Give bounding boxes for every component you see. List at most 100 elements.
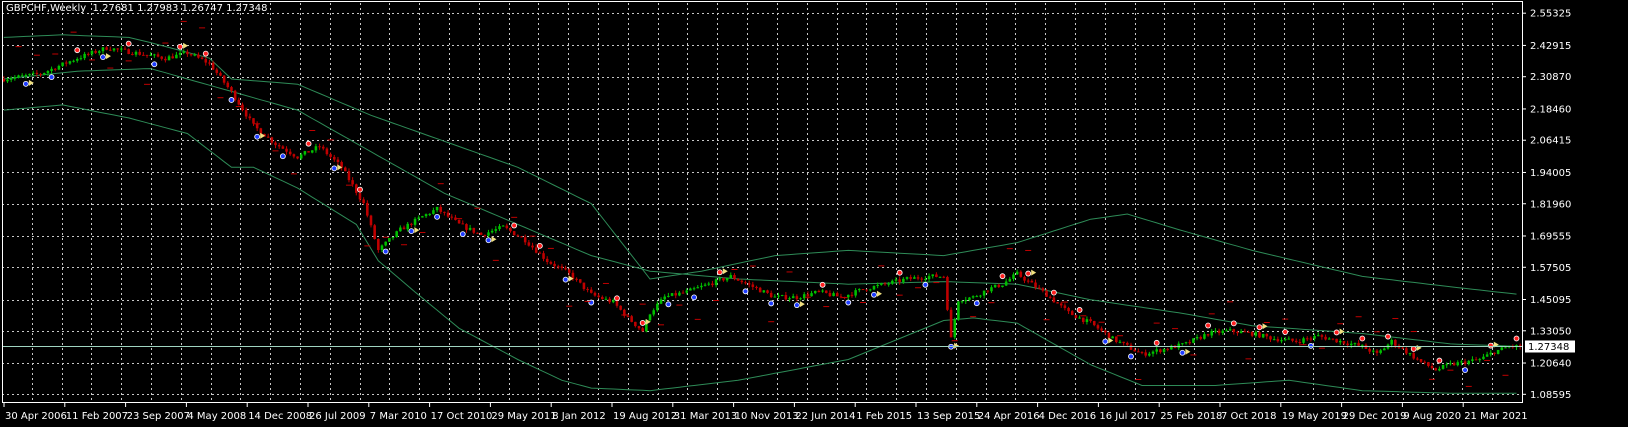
candle-body (854, 290, 857, 296)
buy-marker (588, 299, 595, 306)
candle-body (560, 266, 564, 268)
sell-marker (177, 43, 183, 50)
candle-body (1320, 335, 1324, 337)
x-tick-label: 16 Jul 2017 (1099, 411, 1156, 422)
candle-body (1331, 338, 1335, 340)
candle-body (1467, 360, 1471, 365)
candle-body (667, 295, 670, 297)
candle-body (219, 72, 222, 76)
candle-body (160, 56, 163, 59)
candle-body (861, 289, 865, 291)
candle-body (744, 282, 747, 284)
x-tick-label: 1 Feb 2015 (856, 411, 912, 422)
candle-body (876, 284, 879, 287)
candle-body (637, 326, 641, 329)
candle-body (601, 296, 604, 299)
candle-body (920, 278, 923, 280)
ohlc-values: 1.27681 1.27983 1.26747 1.27348 (92, 3, 268, 14)
candle-body (1144, 352, 1147, 356)
candle-body (1012, 274, 1015, 279)
candle-body (131, 53, 134, 55)
candle-body (659, 299, 663, 304)
candle-body (589, 289, 593, 293)
candle-body (586, 289, 589, 291)
candle-body (784, 295, 788, 300)
candle-body (953, 319, 957, 338)
candle-body (233, 90, 237, 100)
candle-body (61, 62, 64, 66)
candle-body (531, 245, 534, 248)
candle-body (171, 56, 175, 59)
candle-body (891, 280, 894, 284)
candle-body (1452, 363, 1456, 366)
y-tick-label: 2.06415 (1530, 136, 1571, 147)
candle-body (931, 274, 935, 277)
candle-body (20, 75, 24, 77)
candle-body (377, 239, 380, 250)
candle-body (90, 50, 94, 55)
candle-body (380, 245, 384, 250)
candle-body (1496, 349, 1500, 354)
candle-body (230, 87, 233, 91)
candle-body (57, 65, 61, 70)
candle-body (336, 159, 340, 163)
candle-body (975, 296, 979, 298)
candle-body (101, 47, 105, 52)
x-tick-label: 30 Apr 2006 (5, 411, 67, 422)
candle-body (971, 296, 975, 298)
candle-body (105, 47, 108, 50)
candle-body (1504, 347, 1507, 349)
price-chart[interactable]: 2.55325 2.42915 2.30870 2.18460 2.06415 1.940… (0, 0, 1628, 427)
candle-body (244, 110, 248, 117)
candle-body (307, 151, 310, 153)
chart-window: 2.55325 2.42915 2.30870 2.18460 2.06415 1.940… (0, 0, 1628, 427)
candle-body (1423, 361, 1426, 363)
candle-body (1162, 348, 1166, 353)
buy-marker (973, 300, 980, 307)
candle-body (1100, 328, 1103, 331)
candle-body (248, 116, 252, 119)
candle-body (946, 276, 949, 310)
x-axis: 30 Apr 200611 Feb 200723 Sep 20074 May 2… (3, 403, 1528, 422)
flag-marker (414, 227, 420, 234)
candle-body (1001, 285, 1004, 288)
candle-body (299, 154, 303, 159)
candle-body (6, 79, 9, 82)
candle-body (1247, 331, 1250, 333)
candle-body (1250, 331, 1254, 336)
candle-body (824, 290, 828, 293)
buy-marker (48, 74, 55, 81)
candle-body (1375, 350, 1379, 353)
candle-body (1412, 353, 1415, 359)
candle-body (1070, 311, 1074, 316)
plot-frame (2, 1, 1523, 403)
candle-body (274, 142, 277, 146)
candle-body (175, 54, 178, 59)
candle-body (1485, 354, 1489, 357)
buy-marker (845, 299, 852, 306)
candle-body (902, 278, 905, 282)
symbol-timeframe: GBPCHF,Weekly (6, 3, 87, 14)
candle-body (935, 274, 938, 278)
candle-body (634, 321, 637, 327)
candle-body (729, 275, 733, 278)
candle-body (523, 237, 527, 243)
grid (2, 3, 1523, 403)
candle-body (487, 232, 490, 236)
candle-body (72, 60, 75, 62)
sell-marker (1410, 345, 1417, 352)
candle-body (1254, 332, 1258, 336)
candle-body (1122, 341, 1125, 343)
sell-marker (999, 273, 1006, 280)
candle-body (1085, 319, 1089, 322)
x-tick-label: 4 May 2008 (187, 411, 246, 422)
y-tick-label: 1.69555 (1530, 231, 1571, 242)
candle-body (410, 223, 413, 225)
candle-body (656, 303, 659, 311)
candle-body (241, 104, 244, 111)
flag-marker (1185, 348, 1191, 355)
candle-body (483, 234, 487, 236)
candle-body (762, 290, 766, 293)
candle-body (399, 227, 402, 232)
buy-marker (562, 276, 569, 283)
